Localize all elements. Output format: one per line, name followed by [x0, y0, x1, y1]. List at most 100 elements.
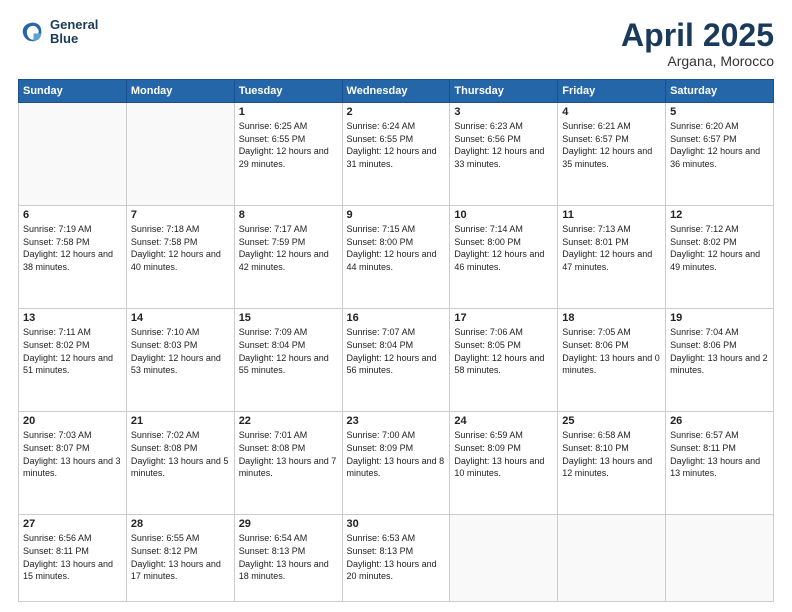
day-detail: Sunrise: 7:14 AM Sunset: 8:00 PM Dayligh… — [454, 223, 553, 273]
day-number: 23 — [347, 415, 446, 427]
day-detail: Sunrise: 7:09 AM Sunset: 8:04 PM Dayligh… — [239, 326, 338, 376]
day-detail: Sunrise: 6:20 AM Sunset: 6:57 PM Dayligh… — [670, 120, 769, 170]
day-number: 14 — [131, 312, 230, 324]
logo-icon — [18, 18, 46, 46]
month-title: April 2025 — [621, 18, 774, 53]
calendar-cell: 22Sunrise: 7:01 AM Sunset: 8:08 PM Dayli… — [234, 412, 342, 515]
day-detail: Sunrise: 7:06 AM Sunset: 8:05 PM Dayligh… — [454, 326, 553, 376]
day-number: 30 — [347, 518, 446, 530]
day-number: 20 — [23, 415, 122, 427]
day-number: 15 — [239, 312, 338, 324]
calendar-week-1: 1 Sunrise: 6:25 AM Sunset: 6:55 PM Daylig… — [19, 103, 774, 206]
day-detail: Sunrise: 6:53 AM Sunset: 8:13 PM Dayligh… — [347, 532, 446, 582]
day-number: 16 — [347, 312, 446, 324]
title-block: April 2025 Argana, Morocco — [621, 18, 774, 69]
day-detail: Sunrise: 7:05 AM Sunset: 8:06 PM Dayligh… — [562, 326, 661, 376]
calendar-cell: 8 Sunrise: 7:17 AM Sunset: 7:59 PM Daylig… — [234, 206, 342, 309]
day-detail: Sunrise: 6:57 AM Sunset: 8:11 PM Dayligh… — [670, 429, 769, 479]
calendar-cell: 14 Sunrise: 7:10 AM Sunset: 8:03 PM Dayli… — [126, 309, 234, 412]
calendar-cell: 12 Sunrise: 7:12 AM Sunset: 8:02 PM Dayli… — [666, 206, 774, 309]
day-number: 7 — [131, 209, 230, 221]
calendar-header-wednesday: Wednesday — [342, 80, 450, 103]
calendar-cell: 29 Sunrise: 6:54 AM Sunset: 8:13 PM Dayli… — [234, 515, 342, 602]
day-detail: Sunrise: 6:21 AM Sunset: 6:57 PM Dayligh… — [562, 120, 661, 170]
calendar-header-saturday: Saturday — [666, 80, 774, 103]
calendar-cell: 10 Sunrise: 7:14 AM Sunset: 8:00 PM Dayli… — [450, 206, 558, 309]
day-number: 24 — [454, 415, 553, 427]
day-detail: Sunrise: 6:24 AM Sunset: 6:55 PM Dayligh… — [347, 120, 446, 170]
calendar-cell: 5 Sunrise: 6:20 AM Sunset: 6:57 PM Daylig… — [666, 103, 774, 206]
day-detail: Sunrise: 7:13 AM Sunset: 8:01 PM Dayligh… — [562, 223, 661, 273]
day-detail: Sunrise: 7:19 AM Sunset: 7:58 PM Dayligh… — [23, 223, 122, 273]
calendar-week-3: 13Sunrise: 7:11 AM Sunset: 8:02 PM Dayli… — [19, 309, 774, 412]
calendar-cell: 16 Sunrise: 7:07 AM Sunset: 8:04 PM Dayli… — [342, 309, 450, 412]
calendar-cell: 1 Sunrise: 6:25 AM Sunset: 6:55 PM Daylig… — [234, 103, 342, 206]
calendar-table: SundayMondayTuesdayWednesdayThursdayFrid… — [18, 79, 774, 602]
day-detail: Sunrise: 7:17 AM Sunset: 7:59 PM Dayligh… — [239, 223, 338, 273]
calendar-cell: 9 Sunrise: 7:15 AM Sunset: 8:00 PM Daylig… — [342, 206, 450, 309]
calendar-cell: 11 Sunrise: 7:13 AM Sunset: 8:01 PM Dayli… — [558, 206, 666, 309]
calendar-cell: 18Sunrise: 7:05 AM Sunset: 8:06 PM Dayli… — [558, 309, 666, 412]
calendar-cell — [450, 515, 558, 602]
day-detail: Sunrise: 6:55 AM Sunset: 8:12 PM Dayligh… — [131, 532, 230, 582]
calendar-cell: 2 Sunrise: 6:24 AM Sunset: 6:55 PM Daylig… — [342, 103, 450, 206]
day-detail: Sunrise: 7:18 AM Sunset: 7:58 PM Dayligh… — [131, 223, 230, 273]
day-detail: Sunrise: 6:54 AM Sunset: 8:13 PM Dayligh… — [239, 532, 338, 582]
calendar-cell: 21Sunrise: 7:02 AM Sunset: 8:08 PM Dayli… — [126, 412, 234, 515]
calendar-cell — [126, 103, 234, 206]
calendar-cell: 23 Sunrise: 7:00 AM Sunset: 8:09 PM Dayli… — [342, 412, 450, 515]
calendar-cell — [558, 515, 666, 602]
calendar-header-friday: Friday — [558, 80, 666, 103]
calendar-cell: 6Sunrise: 7:19 AM Sunset: 7:58 PM Daylig… — [19, 206, 127, 309]
day-detail: Sunrise: 6:23 AM Sunset: 6:56 PM Dayligh… — [454, 120, 553, 170]
day-detail: Sunrise: 6:56 AM Sunset: 8:11 PM Dayligh… — [23, 532, 122, 582]
calendar-cell: 24Sunrise: 6:59 AM Sunset: 8:09 PM Dayli… — [450, 412, 558, 515]
calendar-cell: 28 Sunrise: 6:55 AM Sunset: 8:12 PM Dayli… — [126, 515, 234, 602]
day-detail: Sunrise: 7:07 AM Sunset: 8:04 PM Dayligh… — [347, 326, 446, 376]
calendar-header-row: SundayMondayTuesdayWednesdayThursdayFrid… — [19, 80, 774, 103]
calendar-cell — [19, 103, 127, 206]
day-number: 27 — [23, 518, 122, 530]
logo-line2: Blue — [50, 32, 98, 46]
location: Argana, Morocco — [621, 53, 774, 69]
day-detail: Sunrise: 7:02 AM Sunset: 8:08 PM Dayligh… — [131, 429, 230, 479]
day-detail: Sunrise: 7:15 AM Sunset: 8:00 PM Dayligh… — [347, 223, 446, 273]
calendar-header-monday: Monday — [126, 80, 234, 103]
logo-text: General Blue — [50, 18, 98, 47]
calendar-header-tuesday: Tuesday — [234, 80, 342, 103]
logo-line1: General — [50, 18, 98, 32]
day-number: 8 — [239, 209, 338, 221]
day-number: 19 — [670, 312, 769, 324]
page: General Blue April 2025 Argana, Morocco … — [0, 0, 792, 612]
calendar-cell: 25Sunrise: 6:58 AM Sunset: 8:10 PM Dayli… — [558, 412, 666, 515]
day-detail: Sunrise: 7:12 AM Sunset: 8:02 PM Dayligh… — [670, 223, 769, 273]
day-number: 12 — [670, 209, 769, 221]
header: General Blue April 2025 Argana, Morocco — [18, 18, 774, 69]
calendar-cell: 30 Sunrise: 6:53 AM Sunset: 8:13 PM Dayli… — [342, 515, 450, 602]
calendar-cell: 3Sunrise: 6:23 AM Sunset: 6:56 PM Daylig… — [450, 103, 558, 206]
day-detail: Sunrise: 7:10 AM Sunset: 8:03 PM Dayligh… — [131, 326, 230, 376]
day-detail: Sunrise: 7:04 AM Sunset: 8:06 PM Dayligh… — [670, 326, 769, 376]
calendar-cell: 7 Sunrise: 7:18 AM Sunset: 7:58 PM Daylig… — [126, 206, 234, 309]
day-number: 28 — [131, 518, 230, 530]
calendar-cell: 27 Sunrise: 6:56 AM Sunset: 8:11 PM Dayli… — [19, 515, 127, 602]
calendar-week-5: 27 Sunrise: 6:56 AM Sunset: 8:11 PM Dayli… — [19, 515, 774, 602]
day-number: 1 — [239, 106, 338, 118]
day-number: 4 — [562, 106, 661, 118]
logo: General Blue — [18, 18, 98, 47]
day-number: 2 — [347, 106, 446, 118]
day-detail: Sunrise: 7:00 AM Sunset: 8:09 PM Dayligh… — [347, 429, 446, 479]
day-number: 17 — [454, 312, 553, 324]
day-number: 9 — [347, 209, 446, 221]
day-number: 11 — [562, 209, 661, 221]
day-detail: Sunrise: 7:01 AM Sunset: 8:08 PM Dayligh… — [239, 429, 338, 479]
day-number: 10 — [454, 209, 553, 221]
calendar-week-4: 20Sunrise: 7:03 AM Sunset: 8:07 PM Dayli… — [19, 412, 774, 515]
calendar-cell: 20Sunrise: 7:03 AM Sunset: 8:07 PM Dayli… — [19, 412, 127, 515]
day-detail: Sunrise: 7:11 AM Sunset: 8:02 PM Dayligh… — [23, 326, 122, 376]
day-number: 5 — [670, 106, 769, 118]
day-detail: Sunrise: 6:25 AM Sunset: 6:55 PM Dayligh… — [239, 120, 338, 170]
calendar-header-sunday: Sunday — [19, 80, 127, 103]
day-number: 26 — [670, 415, 769, 427]
day-number: 29 — [239, 518, 338, 530]
